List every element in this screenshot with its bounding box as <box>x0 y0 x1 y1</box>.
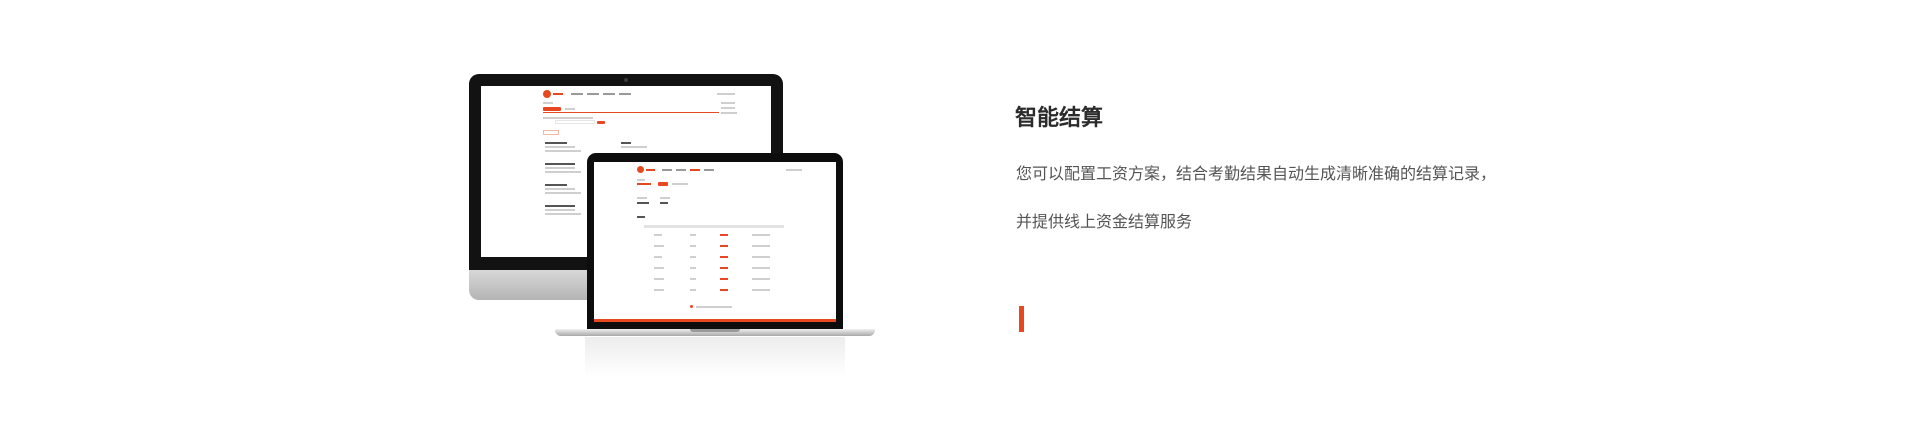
list-item-title <box>545 142 567 144</box>
detail-meta <box>621 146 647 148</box>
laptop-notch <box>690 329 740 332</box>
field-label <box>660 197 670 199</box>
breadcrumb <box>637 179 645 181</box>
laptop-screen <box>594 162 836 322</box>
side-link <box>721 107 735 109</box>
nav-item <box>587 93 599 95</box>
table-header <box>644 225 784 228</box>
laptop-image <box>555 153 875 377</box>
app-logo-icon <box>543 90 551 98</box>
filter-button <box>597 121 605 124</box>
nav-item <box>603 93 615 95</box>
add-button <box>543 130 559 135</box>
field-value <box>637 202 649 204</box>
table-cell-amount <box>720 267 728 269</box>
laptop-lid <box>587 153 843 329</box>
nav-item <box>676 169 686 171</box>
table-cell <box>690 234 696 236</box>
pagination <box>696 306 732 308</box>
table-cell <box>654 245 664 247</box>
table-cell-amount <box>720 256 728 258</box>
laptop-shadow <box>585 337 845 377</box>
app-logo-icon <box>637 166 644 173</box>
nav-item <box>571 93 583 95</box>
table-cell <box>654 278 664 280</box>
table-cell <box>690 245 696 247</box>
table-cell-amount <box>720 289 728 291</box>
detail-title <box>621 142 631 144</box>
table-cell <box>752 289 770 291</box>
field-label <box>637 197 647 199</box>
table-cell <box>654 234 662 236</box>
user-menu <box>717 93 735 95</box>
section-heading <box>637 216 645 218</box>
table-cell <box>690 289 696 291</box>
feature-description-line-1: 您可以配置工资方案，结合考勤结果自动生成清晰准确的结算记录， <box>1016 164 1497 183</box>
field-value <box>660 202 668 204</box>
breadcrumb <box>543 102 553 104</box>
screen-footer-bar <box>594 319 836 322</box>
nav-item <box>704 169 714 171</box>
feature-title: 智能结算 <box>1015 106 1104 131</box>
table-cell <box>654 256 662 258</box>
tab-active <box>543 107 561 111</box>
table-cell-amount <box>720 278 728 280</box>
table-cell <box>752 278 770 280</box>
table-cell-amount <box>720 234 728 236</box>
tab-underline <box>543 112 719 113</box>
accent-bar <box>1019 306 1024 332</box>
status-text <box>672 183 688 185</box>
table-cell-amount <box>720 245 728 247</box>
nav-item <box>619 93 631 95</box>
side-link <box>721 112 737 114</box>
user-menu <box>786 169 802 171</box>
table-cell <box>654 267 664 269</box>
filter-input <box>555 120 595 124</box>
table-cell <box>690 278 696 280</box>
side-link <box>721 102 735 104</box>
list-item-meta <box>545 150 581 152</box>
list-item-meta <box>545 146 575 148</box>
table-cell <box>752 245 770 247</box>
table-cell <box>752 267 770 269</box>
pagination-dot <box>690 305 693 308</box>
table-cell <box>752 234 770 236</box>
filter-row <box>543 117 593 119</box>
table-cell <box>654 289 664 291</box>
monitor-camera <box>624 78 628 82</box>
table-cell <box>752 256 770 258</box>
nav-item <box>662 169 672 171</box>
table-cell <box>690 267 696 269</box>
table-cell <box>690 256 696 258</box>
app-name <box>646 169 655 171</box>
section-label <box>637 183 651 185</box>
app-name <box>553 93 563 95</box>
status-tag <box>658 182 668 186</box>
tab <box>565 108 575 110</box>
feature-description-line-2: 并提供线上资金结算服务 <box>1016 212 1193 231</box>
nav-item-active <box>690 169 700 171</box>
